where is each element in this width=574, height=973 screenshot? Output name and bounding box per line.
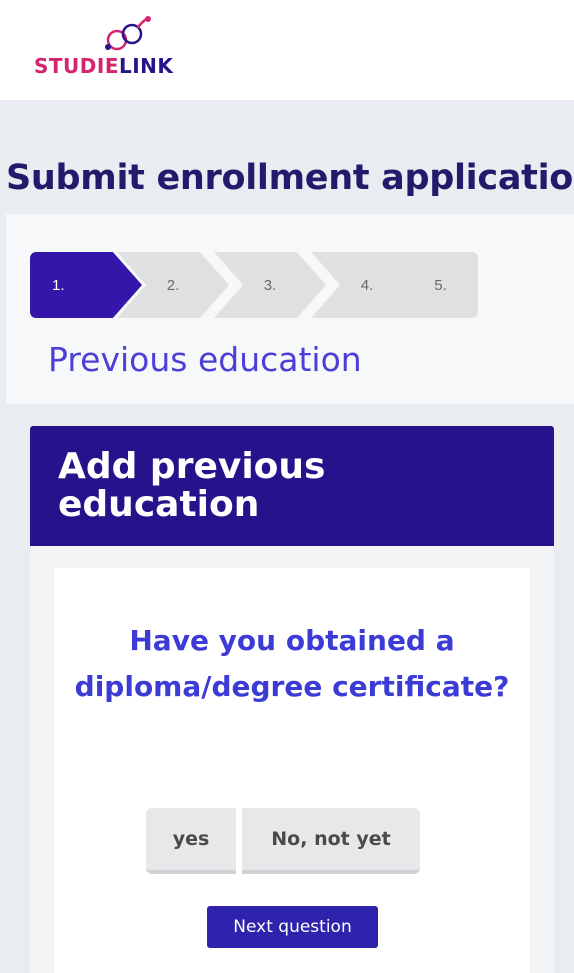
card-title: Add previous education xyxy=(58,446,326,525)
step-3-label: 3. xyxy=(263,276,277,294)
studielink-logo[interactable]: STUDIELINK xyxy=(34,14,194,78)
step-1: 1. xyxy=(30,252,142,318)
logo-part-link: LINK xyxy=(119,54,174,78)
step-5-label: 5. xyxy=(434,276,447,294)
step-2-label: 2. xyxy=(166,276,180,294)
card-header: Add previous education xyxy=(30,426,554,546)
step-3: 3. xyxy=(214,252,326,318)
logo-wordmark: STUDIELINK xyxy=(34,54,173,78)
step-indicator: 1. 2. 3. 4. 5. xyxy=(30,252,478,318)
yes-button[interactable]: yes xyxy=(146,808,236,874)
question-text: Have you obtained a diploma/degree certi… xyxy=(74,624,510,703)
step-4-label: 4. xyxy=(360,276,374,294)
next-question-button[interactable]: Next question xyxy=(207,906,378,948)
education-card: Add previous education Have you obtained… xyxy=(30,426,554,973)
page-title: Submit enrollment application xyxy=(6,158,574,198)
question-box: Have you obtained a diploma/degree certi… xyxy=(54,568,530,973)
site-header: STUDIELINK xyxy=(0,0,574,100)
current-step-label: Previous education xyxy=(48,340,362,379)
progress-panel: 1. 2. 3. 4. 5. Previous education xyxy=(6,214,574,404)
step-1-label: 1. xyxy=(52,276,65,294)
no-not-yet-button[interactable]: No, not yet xyxy=(242,808,420,874)
logo-swirl-icon xyxy=(105,16,151,51)
logo-part-studie: STUDIE xyxy=(34,54,119,78)
